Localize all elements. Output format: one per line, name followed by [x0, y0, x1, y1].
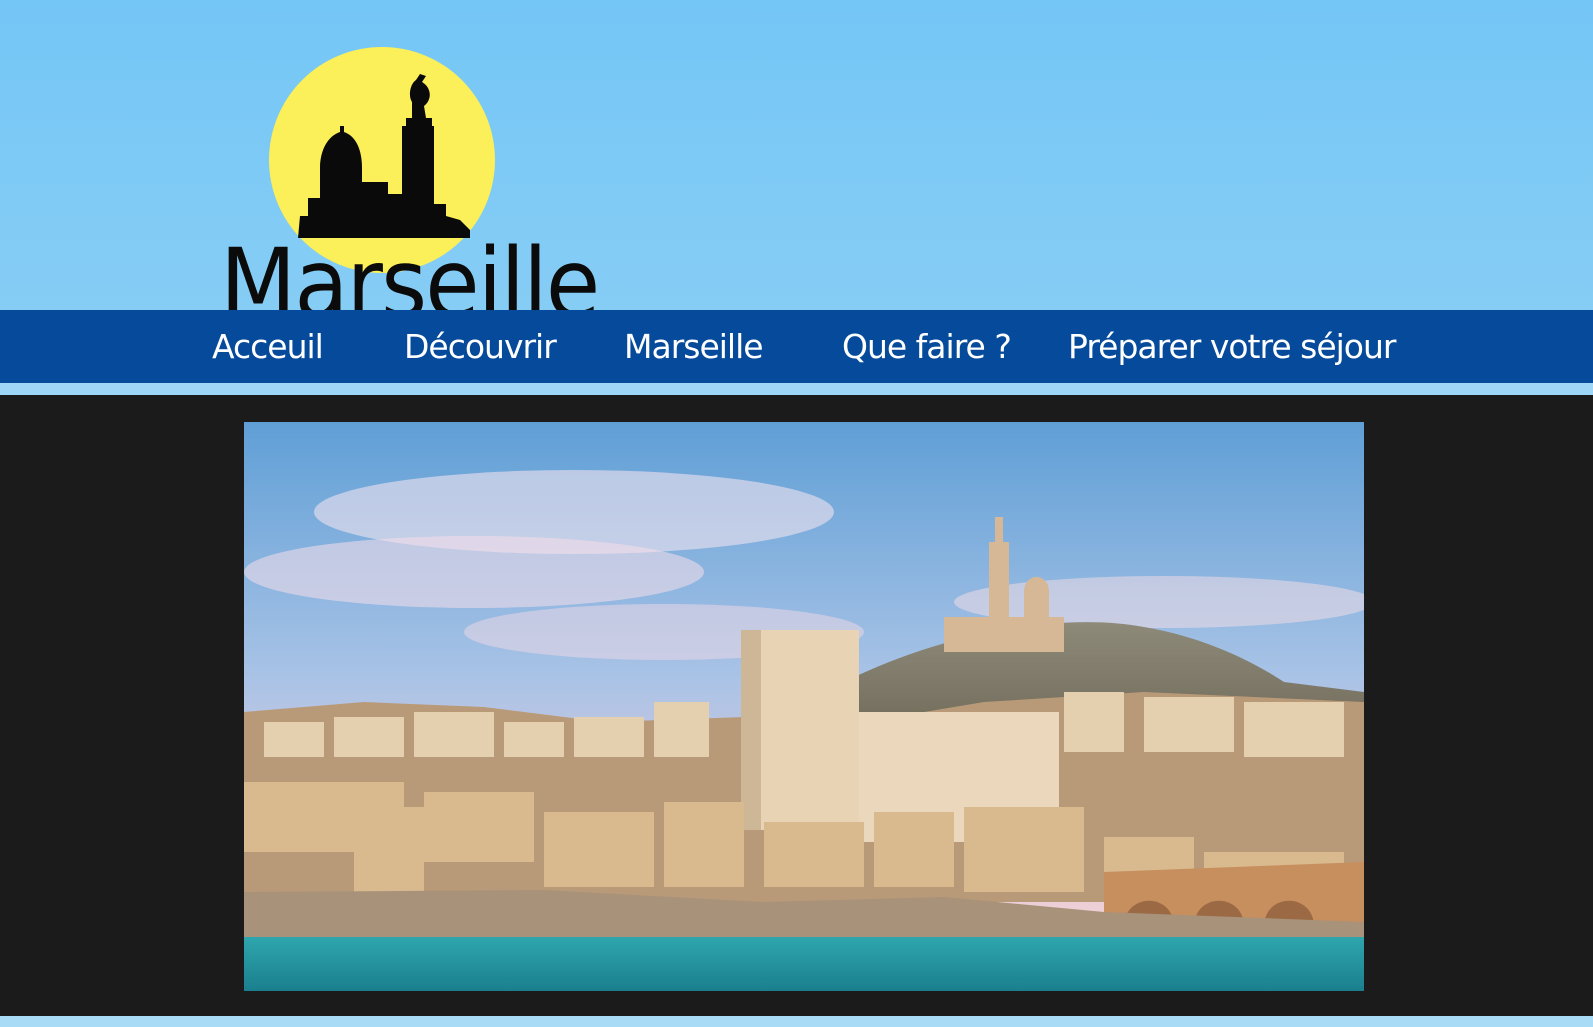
- site-logo[interactable]: Marseille: [220, 40, 600, 332]
- main-nav: Acceuil Découvrir Marseille Que faire ? …: [0, 310, 1593, 383]
- nav-item-preparer-sejour[interactable]: Préparer votre séjour: [1068, 310, 1396, 383]
- site-header: Marseille: [0, 0, 1593, 332]
- main-content: [0, 395, 1593, 1016]
- nav-item-que-faire[interactable]: Que faire ?: [842, 310, 1012, 383]
- nav-item-decouvrir[interactable]: Découvrir: [404, 310, 557, 383]
- nav-item-marseille[interactable]: Marseille: [624, 310, 764, 383]
- marseille-panorama-image: [244, 422, 1364, 991]
- nav-separator: [0, 383, 1593, 395]
- hero-image: [244, 422, 1364, 991]
- nav-item-acceuil[interactable]: Acceuil: [212, 310, 324, 383]
- footer-strip: [0, 1016, 1593, 1027]
